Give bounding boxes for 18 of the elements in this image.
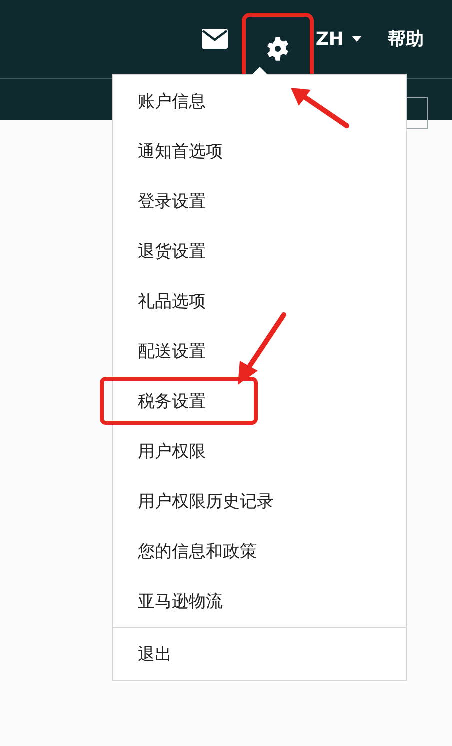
menu-item[interactable]: 税务设置 (100, 377, 258, 425)
help-link[interactable]: 帮助 (388, 27, 424, 51)
menu-item[interactable]: 通知首选项 (100, 127, 258, 175)
menu-item[interactable]: 配送设置 (100, 327, 258, 375)
settings-icon (264, 36, 291, 62)
mail-icon[interactable] (202, 29, 228, 49)
menu-item[interactable]: 账户信息 (100, 77, 258, 125)
menu-item[interactable]: 您的信息和政策 (100, 527, 269, 575)
arrow (291, 88, 350, 128)
menu-item[interactable]: 礼品选项 (100, 277, 258, 325)
menu-item[interactable]: 退出 (100, 630, 258, 678)
menu-item[interactable]: 亚马逊物流 (100, 577, 258, 625)
language-selector[interactable]: ZH (316, 28, 344, 50)
menu-item[interactable]: 退货设置 (100, 227, 258, 275)
menu-item[interactable]: 登录设置 (100, 177, 258, 225)
caret-icon[interactable] (352, 36, 362, 42)
menu-item[interactable]: 用户权限历史记录 (100, 477, 286, 525)
menu-item[interactable]: 用户权限 (100, 427, 258, 475)
